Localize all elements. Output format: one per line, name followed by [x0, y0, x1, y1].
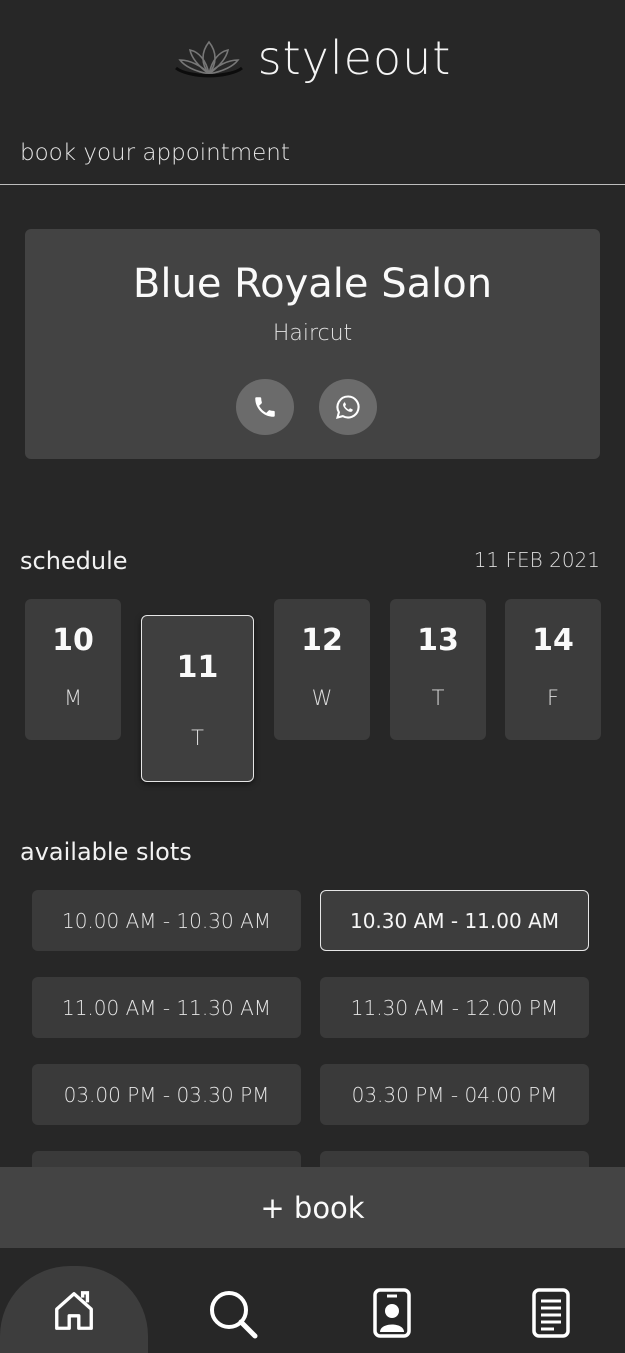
nav-documents[interactable]: [477, 1266, 625, 1353]
bottom-nav: [0, 1248, 625, 1353]
document-list-icon: [532, 1288, 570, 1338]
salon-name: Blue Royale Salon: [132, 261, 493, 307]
lotus-icon: [174, 40, 243, 78]
day-tile[interactable]: 14 F: [505, 599, 601, 740]
profile-card-icon: [373, 1288, 411, 1338]
salon-card: Blue Royale Salon Haircut: [25, 229, 600, 459]
day-number: 12: [301, 623, 343, 658]
service-name: Haircut: [272, 321, 353, 346]
day-number: 11: [176, 650, 219, 685]
schedule-heading: schedule: [20, 547, 128, 575]
time-slot[interactable]: 11.00 AM - 11.30 AM: [32, 977, 301, 1038]
search-icon: [210, 1291, 258, 1339]
time-slot[interactable]: 03.00 PM - 03.30 PM: [32, 1064, 301, 1125]
day-weekday: T: [431, 686, 445, 710]
day-weekday: T: [191, 726, 204, 750]
whatsapp-icon: [336, 395, 360, 419]
day-number: 10: [52, 623, 94, 658]
day-weekday: M: [63, 686, 83, 710]
nav-search[interactable]: [159, 1266, 307, 1353]
time-slot-selected[interactable]: 10.30 AM - 11.00 AM: [320, 890, 589, 951]
header-divider: [0, 184, 625, 185]
phone-icon: [255, 397, 275, 417]
day-tile[interactable]: 10 M: [25, 599, 121, 740]
nav-home[interactable]: [0, 1266, 148, 1353]
day-number: 14: [532, 623, 574, 658]
time-slot[interactable]: 11.30 AM - 12.00 PM: [320, 977, 589, 1038]
day-number: 13: [417, 623, 459, 658]
slots-heading: available slots: [20, 838, 192, 866]
booking-screen: styleout book your appointment Blue Roya…: [0, 0, 625, 1353]
call-button[interactable]: [236, 379, 294, 435]
brand-name: styleout: [257, 31, 452, 85]
day-tile[interactable]: 13 T: [390, 599, 486, 740]
day-tile-selected[interactable]: 11 T: [141, 615, 254, 782]
app-header: styleout: [0, 28, 625, 88]
day-weekday: W: [311, 686, 333, 710]
page-subtitle: book your appointment: [20, 140, 290, 166]
day-weekday: F: [546, 686, 560, 710]
schedule-date: 11 FEB 2021: [473, 548, 600, 572]
book-button[interactable]: + book: [0, 1167, 625, 1248]
home-icon: [55, 1291, 93, 1330]
nav-profile[interactable]: [318, 1266, 466, 1353]
time-slot[interactable]: 10.00 AM - 10.30 AM: [32, 890, 301, 951]
whatsapp-button[interactable]: [319, 379, 377, 435]
time-slot[interactable]: 03.30 PM - 04.00 PM: [320, 1064, 589, 1125]
day-tile[interactable]: 12 W: [274, 599, 370, 740]
